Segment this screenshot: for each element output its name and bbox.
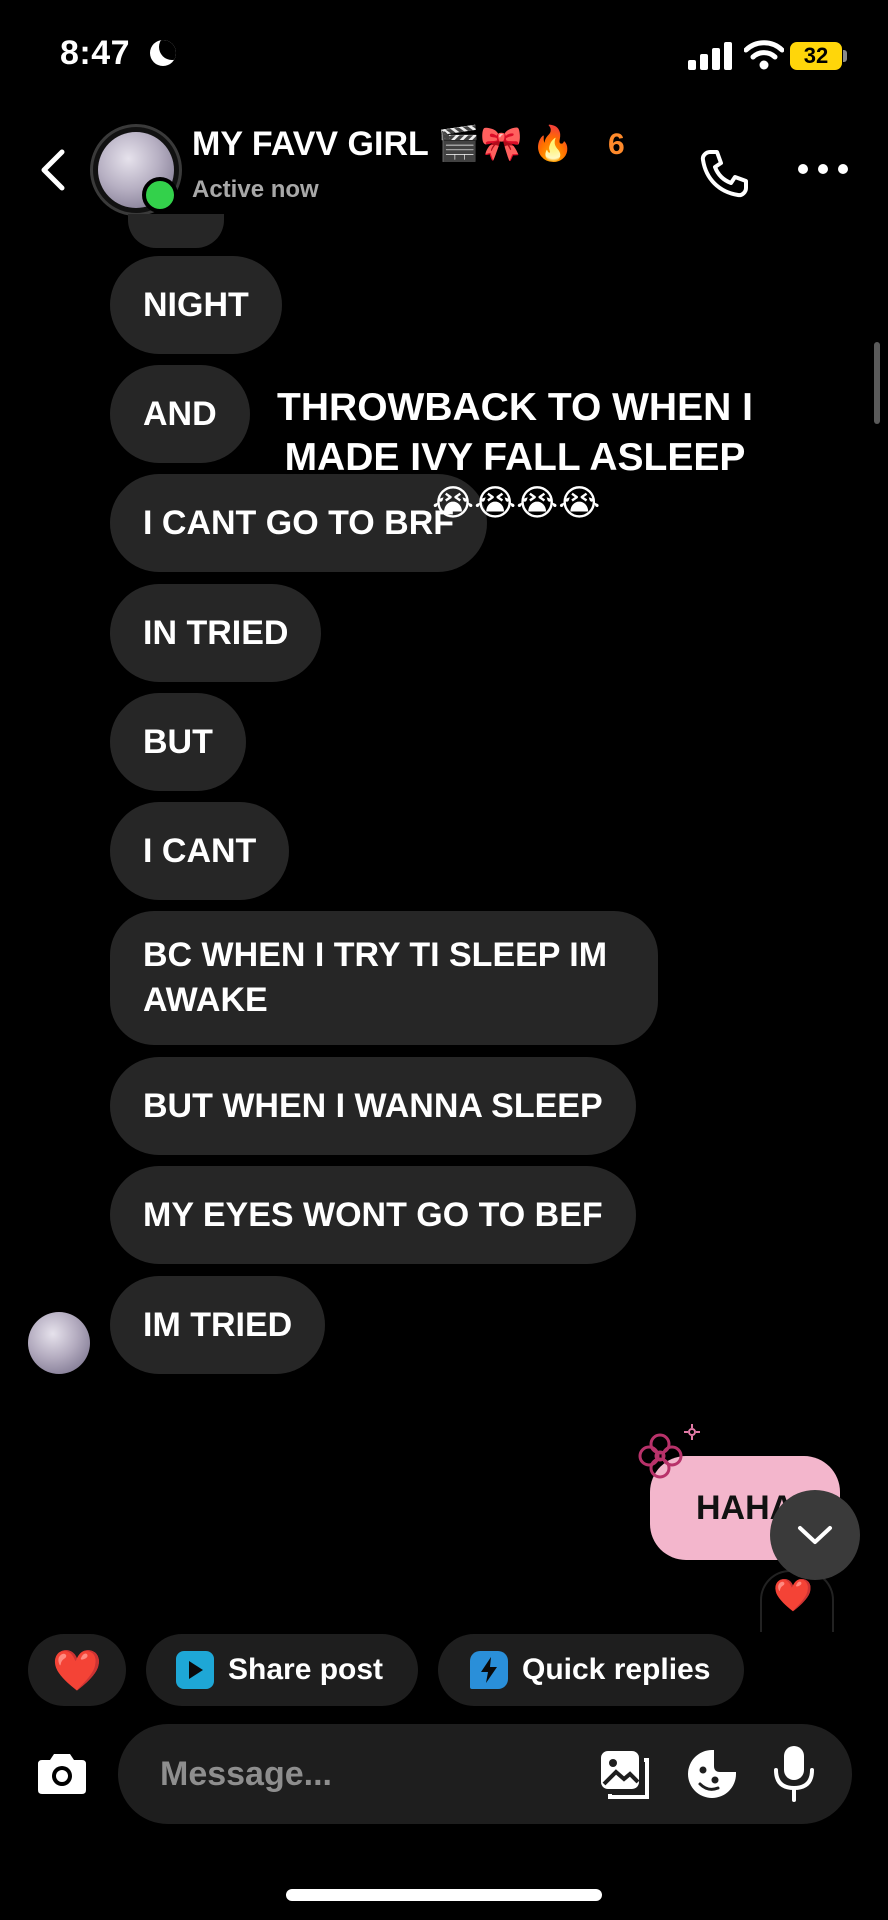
message-bubble[interactable]: NIGHT [110, 256, 282, 354]
chevron-left-icon[interactable] [36, 148, 70, 192]
signal-icon [688, 42, 734, 70]
flower-sticker-icon [638, 1424, 700, 1479]
message-bubble-partial [128, 214, 224, 248]
scrollbar[interactable] [874, 342, 880, 424]
more-icon[interactable] [798, 160, 848, 176]
heart-icon: ❤️ [52, 1648, 102, 1693]
battery-indicator: 32 [790, 42, 842, 70]
share-post-label: Share post [228, 1653, 384, 1686]
status-time: 8:47 [60, 34, 131, 72]
active-status: Active now [192, 176, 319, 203]
message-bubble[interactable]: I CANT GO TO BRF [110, 474, 488, 572]
quick-replies-label: Quick replies [522, 1653, 711, 1686]
home-indicator[interactable] [286, 1889, 602, 1901]
scroll-down-button[interactable] [770, 1490, 860, 1580]
overlay-emojis: 😭😭😭😭 [432, 482, 601, 523]
battery-tip [843, 50, 847, 62]
heart-quick-button[interactable]: ❤️ [28, 1634, 126, 1706]
quick-replies-button[interactable]: Quick replies [438, 1634, 744, 1706]
message-bubble[interactable]: IM TRIED [110, 1276, 326, 1374]
message-bubble[interactable]: BC WHEN I TRY TI SLEEP IM AWAKE [110, 911, 658, 1045]
streak-count: 6 [608, 128, 625, 161]
moon-icon [150, 40, 176, 66]
contact-name[interactable]: MY FAVV GIRL 🎬🎀 🔥 [192, 124, 574, 164]
sender-avatar[interactable] [28, 1312, 90, 1374]
wifi-icon [744, 40, 784, 70]
message-bubble[interactable]: BUT WHEN I WANNA SLEEP [110, 1057, 636, 1155]
heart-reaction-icon[interactable]: ❤️ [773, 1576, 813, 1614]
chevron-down-icon [798, 1526, 832, 1544]
online-status-dot [142, 177, 178, 213]
gallery-icon[interactable] [598, 1748, 650, 1800]
message-bubble[interactable]: BUT [110, 693, 246, 791]
message-bubble[interactable]: MY EYES WONT GO TO BEF [110, 1166, 636, 1264]
message-bubble[interactable]: AND [110, 365, 250, 463]
overlay-caption: THROWBACK TO WHEN I MADE IVY FALL ASLEEP [277, 386, 753, 479]
microphone-icon[interactable] [772, 1744, 816, 1802]
sticker-icon[interactable] [684, 1746, 740, 1802]
phone-icon[interactable] [696, 146, 752, 202]
quick-replies-icon [470, 1651, 508, 1689]
camera-icon[interactable] [34, 1752, 90, 1796]
share-post-icon [176, 1651, 214, 1689]
share-post-button[interactable]: Share post [146, 1634, 418, 1706]
message-bubble[interactable]: I CANT [110, 802, 290, 900]
message-bubble[interactable]: IN TRIED [110, 584, 322, 682]
message-input[interactable] [160, 1752, 580, 1796]
